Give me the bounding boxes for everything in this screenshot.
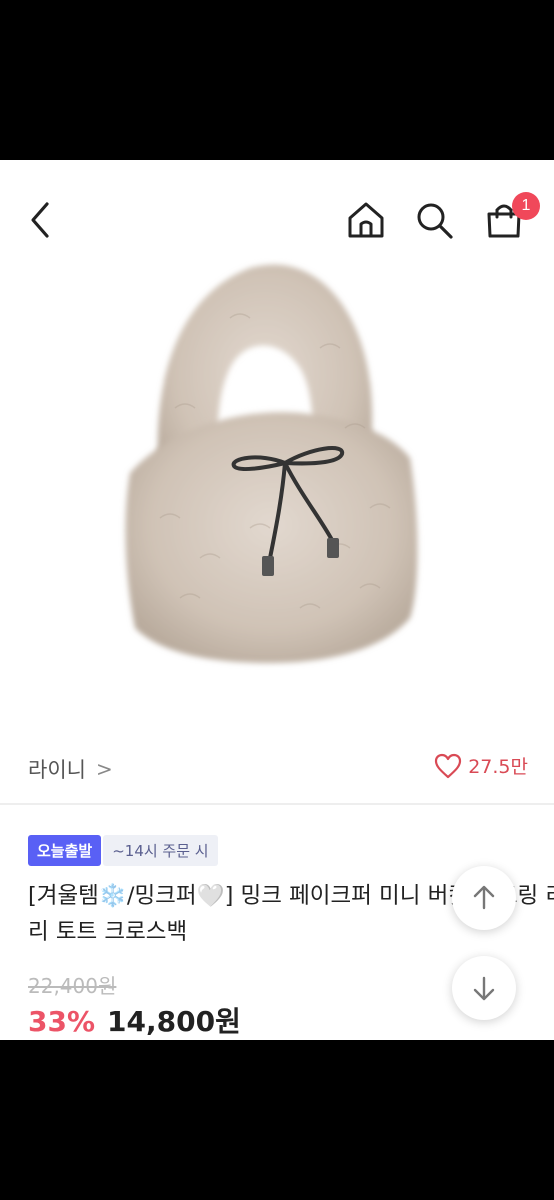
arrow-up-icon (473, 885, 495, 910)
section-divider (0, 803, 554, 805)
delivery-tags: 오늘출발 ~14시 주문 시 (28, 835, 218, 866)
price-box: 33% 14,800원 (28, 1000, 241, 1040)
back-button[interactable] (18, 198, 62, 242)
seller-row: 라이니 > 27.5만 (0, 740, 554, 800)
search-button[interactable] (412, 198, 456, 242)
order-cutoff-badge: ~14시 주문 시 (103, 835, 218, 866)
fur-bucket-bag-illustration (125, 264, 418, 663)
arrow-down-icon (473, 976, 495, 1001)
product-image[interactable] (0, 258, 554, 778)
seller-name: 라이니 (28, 758, 86, 782)
chevron-left-icon (31, 202, 49, 238)
sale-price: 14,800원 (107, 1005, 241, 1038)
heart-icon (435, 753, 462, 778)
discount-rate: 33% (28, 1005, 96, 1038)
same-day-shipping-badge: 오늘출발 (28, 835, 102, 866)
home-button[interactable] (344, 198, 388, 242)
product-title-line-2: 리 토트 크로스백 (28, 919, 188, 945)
search-icon (417, 203, 453, 239)
seller-link[interactable]: 라이니 > (28, 754, 113, 784)
like-button[interactable]: 27.5만 (434, 752, 528, 779)
home-icon (348, 202, 384, 238)
scroll-top-button[interactable] (452, 866, 516, 930)
product-screen: 1 라이니 > 27.5만 오늘출발 ~14시 주문 시 [겨울템❄️/밍크퍼🤍… (0, 160, 554, 1040)
original-price: 22,400원 (28, 974, 117, 998)
scroll-bottom-button[interactable] (452, 956, 516, 1020)
chevron-right-icon: > (95, 757, 113, 781)
cart-count-badge: 1 (512, 192, 540, 220)
like-count: 27.5만 (468, 756, 528, 778)
